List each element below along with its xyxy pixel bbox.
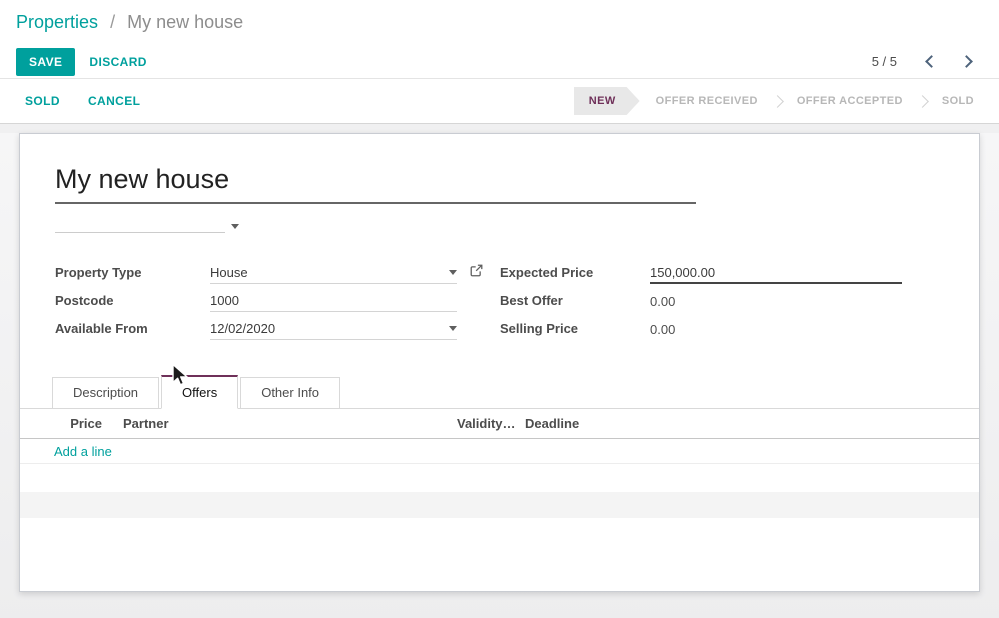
best-offer-label: Best Offer bbox=[500, 293, 650, 308]
sold-action-button[interactable]: SOLD bbox=[25, 94, 60, 108]
right-field-group: Expected Price Best Offer 0.00 Selling P… bbox=[500, 258, 902, 342]
breadcrumb-bar: Properties / My new house bbox=[0, 0, 999, 45]
add-a-line-link[interactable]: Add a line bbox=[54, 444, 112, 459]
property-type-input[interactable] bbox=[210, 265, 449, 280]
pager: 5 / 5 bbox=[872, 54, 971, 69]
expected-price-label: Expected Price bbox=[500, 265, 650, 280]
tab-description[interactable]: Description bbox=[52, 377, 159, 409]
breadcrumb-record-name: My new house bbox=[127, 12, 243, 32]
column-header-price[interactable]: Price bbox=[20, 416, 102, 431]
breadcrumb: Properties / My new house bbox=[16, 12, 243, 33]
pager-next-icon[interactable] bbox=[960, 55, 973, 68]
field-property-type: Property Type bbox=[55, 258, 457, 286]
stage-new[interactable]: NEW bbox=[574, 87, 640, 115]
chevron-down-icon[interactable] bbox=[449, 326, 457, 331]
column-header-partner[interactable]: Partner bbox=[102, 416, 457, 431]
save-button[interactable]: SAVE bbox=[16, 48, 75, 76]
tab-offers[interactable]: Offers bbox=[161, 375, 238, 409]
pager-previous-icon[interactable] bbox=[925, 55, 938, 68]
field-best-offer: Best Offer 0.00 bbox=[500, 286, 902, 314]
pager-value: 5 / 5 bbox=[872, 54, 897, 69]
field-selling-price: Selling Price 0.00 bbox=[500, 314, 902, 342]
expected-price-input[interactable] bbox=[650, 265, 902, 280]
left-field-group: Property Type Postcode bbox=[55, 258, 457, 342]
available-from-input[interactable] bbox=[210, 321, 449, 336]
stage-offer-accepted[interactable]: OFFER ACCEPTED bbox=[787, 87, 913, 115]
form-view-background: Property Type Postcode bbox=[0, 133, 999, 618]
empty-table-row bbox=[20, 492, 979, 518]
column-header-deadline[interactable]: Deadline bbox=[525, 416, 979, 431]
postcode-input[interactable] bbox=[210, 293, 457, 308]
discard-button[interactable]: DISCARD bbox=[89, 55, 146, 69]
empty-table-row bbox=[20, 464, 979, 492]
notebook: Description Offers Other Info Price Part… bbox=[20, 375, 979, 518]
property-type-label: Property Type bbox=[55, 265, 210, 280]
selling-price-value: 0.00 bbox=[650, 322, 675, 337]
stage-sold[interactable]: SOLD bbox=[932, 87, 984, 115]
control-panel: SAVE DISCARD 5 / 5 bbox=[0, 45, 999, 79]
field-expected-price: Expected Price bbox=[500, 258, 902, 286]
best-offer-value: 0.00 bbox=[650, 294, 675, 309]
chevron-down-icon[interactable] bbox=[449, 270, 457, 275]
selling-price-label: Selling Price bbox=[500, 321, 650, 336]
stage-separator-icon bbox=[916, 95, 929, 108]
column-header-validity[interactable]: Validity… bbox=[457, 416, 525, 431]
chevron-down-icon bbox=[231, 224, 239, 229]
breadcrumb-properties-link[interactable]: Properties bbox=[16, 12, 98, 32]
available-from-label: Available From bbox=[55, 321, 210, 336]
add-line-row: Add a line bbox=[20, 439, 979, 464]
breadcrumb-separator: / bbox=[110, 12, 115, 32]
cancel-action-button[interactable]: CANCEL bbox=[88, 94, 140, 108]
property-name-input[interactable] bbox=[55, 164, 696, 204]
stage-separator-icon bbox=[771, 95, 784, 108]
stage-pipeline: NEW OFFER RECEIVED OFFER ACCEPTED SOLD bbox=[574, 87, 984, 115]
tab-nav: Description Offers Other Info bbox=[20, 375, 979, 409]
stage-offer-received[interactable]: OFFER RECEIVED bbox=[646, 87, 768, 115]
postcode-label: Postcode bbox=[55, 293, 210, 308]
tags-field[interactable] bbox=[55, 213, 225, 233]
tags-input[interactable] bbox=[55, 214, 231, 229]
external-link-icon[interactable] bbox=[470, 264, 483, 282]
tab-other-info[interactable]: Other Info bbox=[240, 377, 340, 409]
statusbar: SOLD CANCEL NEW OFFER RECEIVED OFFER ACC… bbox=[0, 79, 999, 124]
offers-table-header: Price Partner Validity… Deadline bbox=[20, 409, 979, 439]
field-postcode: Postcode bbox=[55, 286, 457, 314]
form-sheet: Property Type Postcode bbox=[19, 133, 980, 592]
field-available-from: Available From bbox=[55, 314, 457, 342]
